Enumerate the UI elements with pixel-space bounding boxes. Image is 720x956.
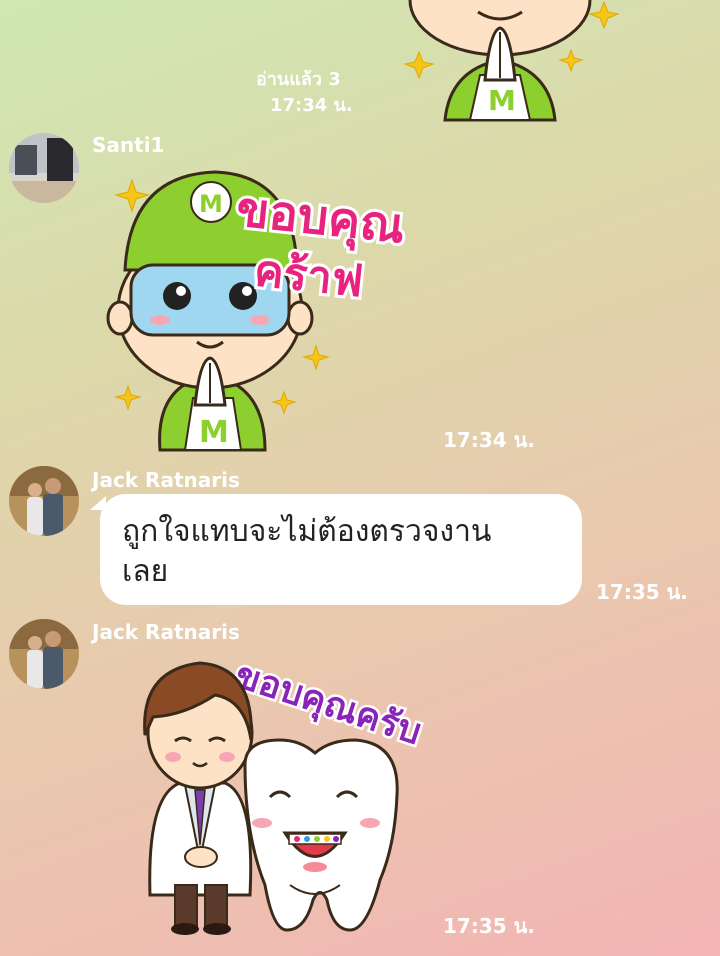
sticker-caption: ขอบคุณครับ — [230, 655, 427, 755]
message-bubble[interactable]: ถูกใจแทบจะไม่ต้องตรวจงาน เลย — [100, 494, 582, 605]
avatar-jack-ratnaris[interactable] — [9, 466, 79, 536]
message-time: 17:35 น. — [443, 914, 535, 938]
svg-text:M: M — [199, 190, 223, 218]
sticker-green-cap-boy-top[interactable]: M — [390, 0, 620, 125]
sticker-dentist-tooth[interactable]: ขอบคุณครับ — [105, 645, 435, 945]
message-time: 17:34 น. — [443, 428, 535, 452]
sender-name: Santi1 — [92, 133, 165, 157]
message-text-line: เลย — [122, 554, 169, 589]
avatar-jack-ratnaris[interactable] — [9, 619, 79, 689]
sender-name: Jack Ratnaris — [92, 620, 240, 644]
message-text-line: ถูกใจแทบจะไม่ต้องตรวจงาน — [122, 514, 492, 549]
sticker-thank-you-boy[interactable]: M M ขอบคุณ คร้าฟ — [105, 160, 435, 460]
svg-text:M: M — [199, 415, 229, 450]
avatar-santi1[interactable] — [9, 133, 79, 203]
message-outgoing-sticker: M — [380, 0, 720, 125]
message-time: 17:34 น. — [270, 95, 353, 116]
sender-name: Jack Ratnaris — [92, 468, 240, 492]
message-time: 17:35 น. — [596, 580, 688, 604]
read-receipt: อ่านแล้ว 3 — [256, 69, 341, 90]
svg-text:M: M — [488, 84, 516, 117]
